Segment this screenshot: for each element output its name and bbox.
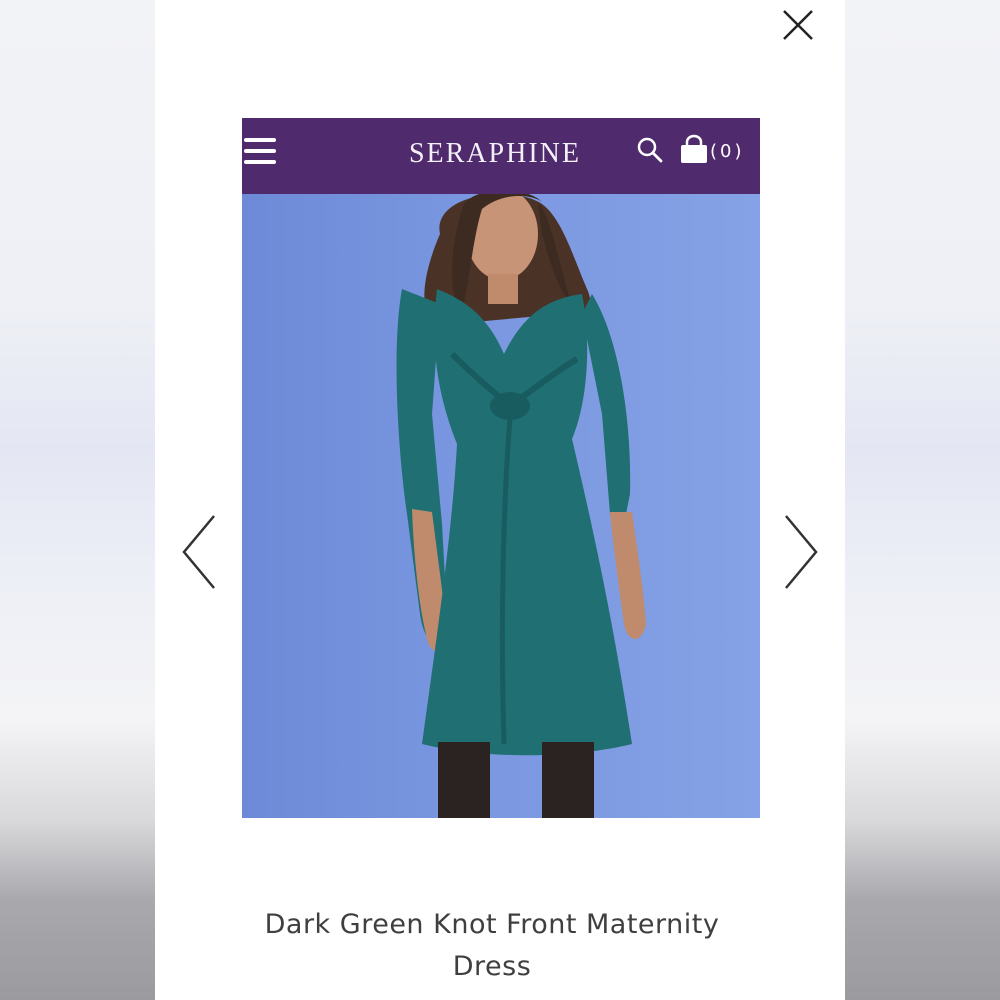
cart-count[interactable]: (0) [710,140,750,164]
blurred-background-right [845,0,1000,1000]
search-icon[interactable] [636,136,664,164]
product-title: Dark Green Knot Front Maternity Dress [264,909,720,982]
hamburger-icon[interactable] [242,136,278,170]
blurred-background-left [0,0,155,1000]
shopping-bag-icon[interactable] [678,134,710,166]
close-button[interactable] [778,5,818,45]
store-header: SERAPHINE (0) [242,118,760,194]
lightbox-overlay: SERAPHINE (0) Dark Green Knot Front Mate… [0,0,1000,1000]
product-photo [242,194,760,818]
product-screenshot: SERAPHINE (0) [242,118,760,818]
chevron-left-icon [182,515,215,589]
close-icon [783,10,813,40]
model-wearing-dress [396,194,646,818]
next-image-button[interactable] [780,512,824,592]
previous-image-button[interactable] [176,512,220,592]
brand-logo[interactable]: SERAPHINE [390,136,600,172]
chevron-right-icon [785,515,818,589]
